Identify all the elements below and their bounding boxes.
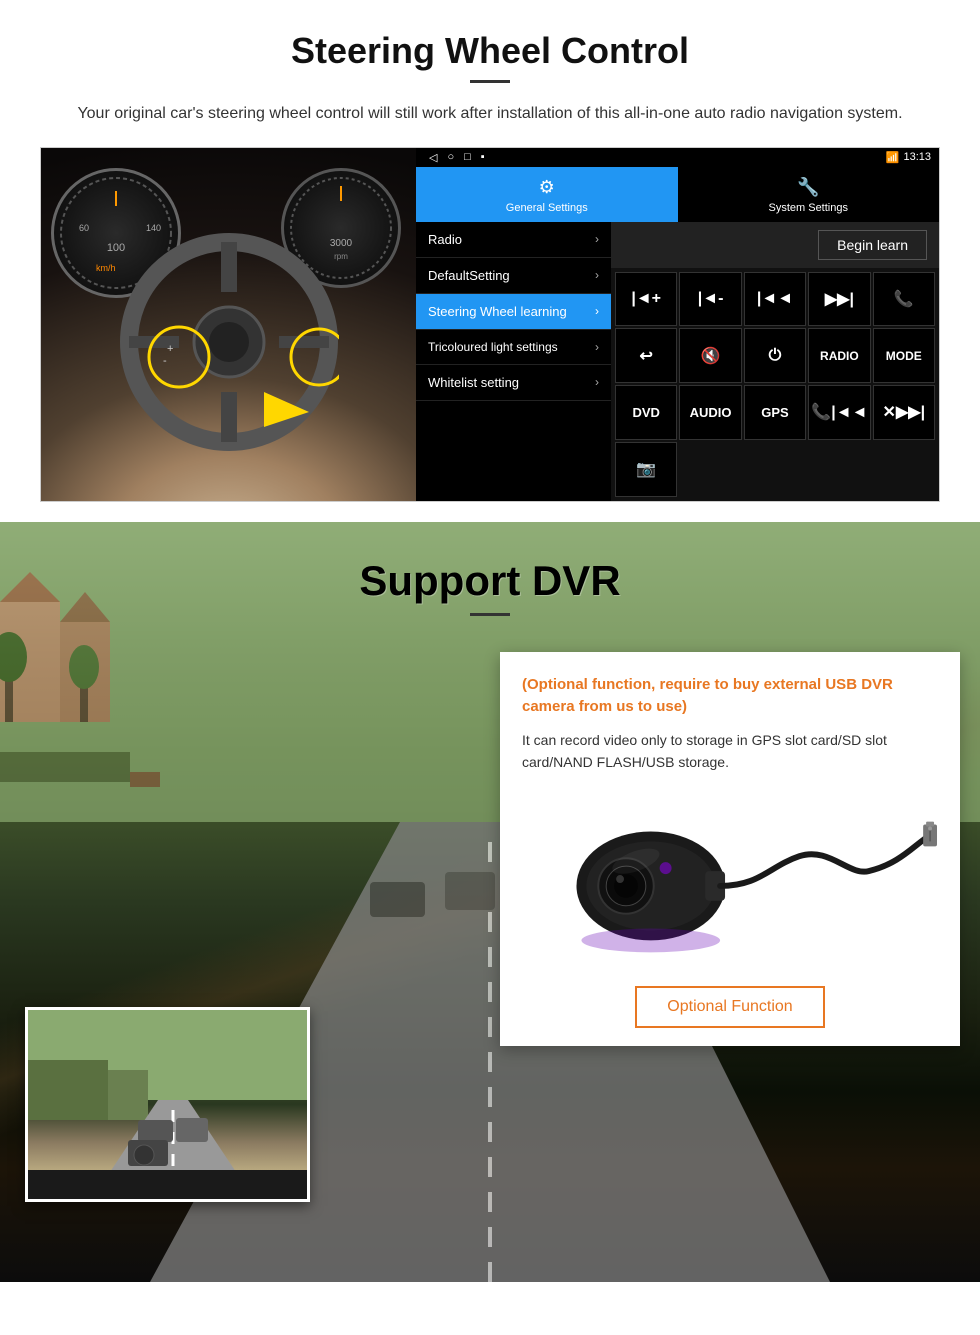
svg-text:+: + [167,343,173,355]
dvr-desc-text: It can record video only to storage in G… [522,729,938,774]
ctrl-cam[interactable]: 📷 [615,442,677,497]
ctrl-vol-down[interactable]: |◄- [679,272,741,327]
svg-text:60: 60 [79,223,89,233]
begin-learn-button[interactable]: Begin learn [818,230,927,260]
steering-ui-mockup: 100 60 140 km/h 3000 rpm [40,147,940,502]
ctrl-audio[interactable]: AUDIO [679,385,741,440]
menu-controls-area: Radio › DefaultSetting › Steering Wheel … [416,222,939,501]
ctrl-next[interactable]: ▶▶| [808,272,870,327]
optional-function-button[interactable]: Optional Function [635,986,824,1028]
svg-text:km/h: km/h [96,263,116,273]
ctrl-phone[interactable]: 📞 [873,272,935,327]
settings-tabs[interactable]: ⚙ General Settings 🔧 System Settings [416,167,939,222]
ctrl-vol-up[interactable]: |◄+ [615,272,677,327]
dvr-camera-illustration [522,791,938,971]
signal-icon: 📶 [886,151,900,164]
dvr-divider [470,613,510,616]
arrow-icon: › [595,340,599,354]
dvr-info-card: (Optional function, require to buy exter… [500,652,960,1047]
ctrl-power[interactable]: ⏻ [744,328,806,383]
ctrl-gps[interactable]: GPS [744,385,806,440]
dvr-title-area: Support DVR [0,522,980,631]
tab-system-label: System Settings [769,202,848,214]
arrow-icon: › [595,375,599,389]
ctrl-dvd[interactable]: DVD [615,385,677,440]
menu-item-steering-wheel[interactable]: Steering Wheel learning › [416,294,611,330]
tab-general-label: General Settings [506,202,588,214]
menu-item-defaultsetting[interactable]: DefaultSetting › [416,258,611,294]
dvr-title: Support DVR [0,557,980,605]
status-time: 13:13 [903,151,931,163]
arrow-icon: › [595,268,599,282]
ctrl-back[interactable]: ↩ [615,328,677,383]
menu-item-tricoloured[interactable]: Tricoloured light settings › [416,330,611,365]
controls-panel: Begin learn |◄+ |◄- |◄◄ ▶▶| 📞 ↩ 🔇 ⏻ RADI… [611,222,939,501]
dvr-content-overlay: Support DVR (Optional function, require … [0,522,980,1282]
steering-wheel: + - [119,232,339,452]
menu-item-whitelist[interactable]: Whitelist setting › [416,365,611,401]
status-bar: ◁ ○ □ ▪ 📶 13:13 [416,148,939,167]
nav-icons: ◁ ○ □ ▪ [424,151,882,164]
dvr-section: Support DVR (Optional function, require … [0,522,980,1282]
svg-text:-: - [163,355,167,367]
dvr-optional-text: (Optional function, require to buy exter… [522,674,938,719]
ctrl-prev-call[interactable]: 📞|◄◄ [808,385,870,440]
tab-general-settings[interactable]: ⚙ General Settings [416,167,678,222]
dvr-screenshot-thumbnail [25,1007,310,1202]
system-settings-icon: 🔧 [797,177,819,198]
steering-photo-bg: 100 60 140 km/h 3000 rpm [41,148,416,501]
dvr-screenshot-svg [28,1010,310,1202]
dvr-camera-svg [522,786,938,976]
controls-grid: |◄+ |◄- |◄◄ ▶▶| 📞 ↩ 🔇 ⏻ RADIO MODE DVD A [611,268,939,501]
optional-function-container: Optional Function [522,971,938,1028]
ctrl-mute[interactable]: 🔇 [679,328,741,383]
menu-list: Radio › DefaultSetting › Steering Wheel … [416,222,611,501]
home-nav-icon: ○ [447,151,454,164]
menu-item-radio[interactable]: Radio › [416,222,611,258]
back-nav-icon: ◁ [429,151,437,164]
general-settings-icon: ⚙ [539,177,555,198]
steering-photo: 100 60 140 km/h 3000 rpm [41,148,416,501]
ctrl-mode[interactable]: MODE [873,328,935,383]
ctrl-prev[interactable]: |◄◄ [744,272,806,327]
menu-nav-icon: ▪ [481,151,485,164]
arrow-icon: › [595,232,599,246]
ctrl-radio[interactable]: RADIO [808,328,870,383]
tab-system-settings[interactable]: 🔧 System Settings [678,167,940,222]
ctrl-skip[interactable]: ✕▶▶| [873,385,935,440]
begin-learn-row: Begin learn [611,222,939,268]
section1-description: Your original car's steering wheel contr… [60,101,920,127]
arrow-icon: › [595,304,599,318]
steering-section: Steering Wheel Control Your original car… [0,0,980,522]
section1-title: Steering Wheel Control [40,30,940,72]
title-divider [470,80,510,83]
recents-nav-icon: □ [464,151,471,164]
android-screen: ◁ ○ □ ▪ 📶 13:13 ⚙ General Settings 🔧 Sys… [416,148,939,501]
